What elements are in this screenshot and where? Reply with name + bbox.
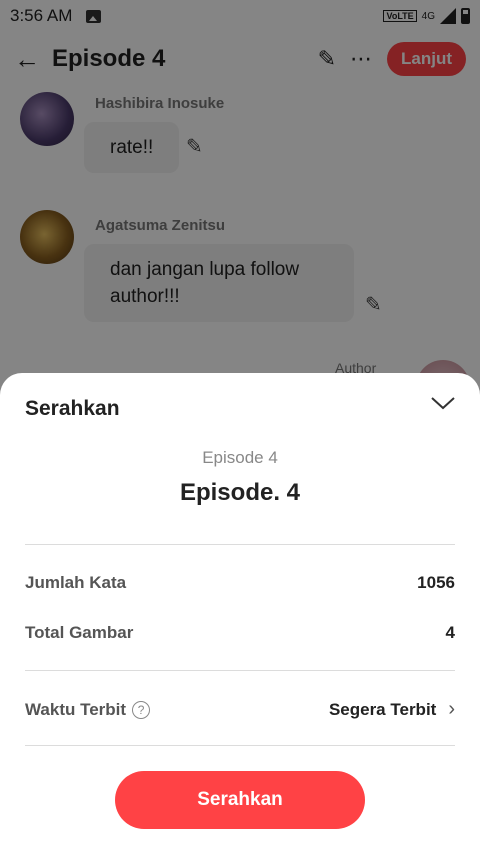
image-count-label: Total Gambar	[25, 623, 134, 642]
publish-time-label: Waktu Terbit	[25, 699, 127, 719]
submit-sheet: Serahkan Episode 4 Episode. 4 Jumlah Kat…	[0, 373, 480, 854]
divider	[25, 544, 455, 545]
divider	[25, 745, 455, 746]
word-count-row: Jumlah Kata 1056	[25, 573, 455, 593]
help-icon[interactable]: ?	[132, 700, 151, 719]
image-count-row: Total Gambar 4	[25, 623, 455, 643]
episode-title: Episode. 4	[179, 479, 301, 506]
divider	[25, 670, 455, 671]
image-count-value: 4	[445, 623, 455, 642]
publish-time-row[interactable]: Waktu Terbit ? Segera Terbit ›	[25, 698, 455, 721]
chevron-down-icon[interactable]	[430, 393, 456, 413]
submit-button[interactable]: Serahkan	[115, 771, 365, 829]
word-count-label: Jumlah Kata	[25, 573, 127, 592]
episode-subtitle: Episode 4	[202, 448, 278, 467]
publish-time-value: Segera Terbit	[328, 699, 437, 719]
chevron-right-icon[interactable]: ›	[448, 698, 455, 721]
sheet-title: Serahkan	[25, 397, 120, 420]
word-count-value: 1056	[417, 573, 455, 592]
